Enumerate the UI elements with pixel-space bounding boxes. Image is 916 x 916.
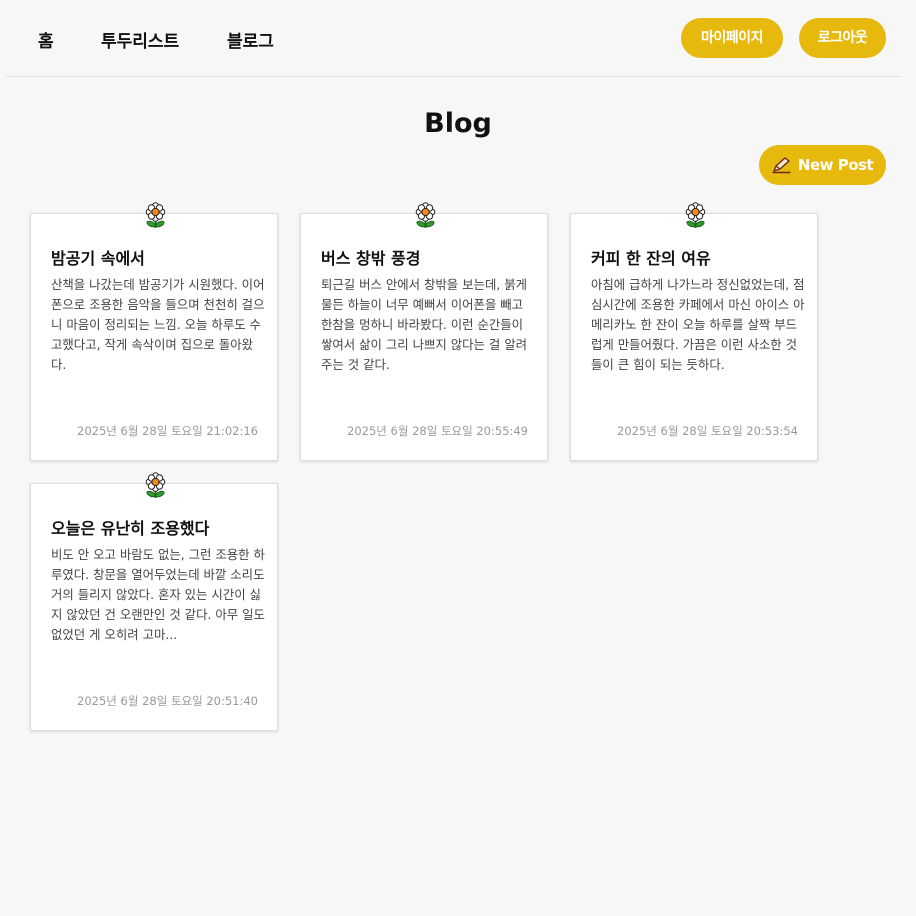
post-title: 버스 창밖 풍경 (321, 249, 421, 268)
mypage-button[interactable]: 마이페이지 (681, 18, 783, 58)
post-title: 밤공기 속에서 (51, 249, 145, 268)
post-date: 2025년 6월 28일 토요일 20:53:54 (617, 424, 798, 438)
post-date: 2025년 6월 28일 토요일 21:02:16 (77, 424, 258, 438)
post-date: 2025년 6월 28일 토요일 20:55:49 (347, 424, 528, 438)
new-post-label: New Post (797, 156, 874, 174)
post-card[interactable]: 버스 창밖 풍경 퇴근길 버스 안에서 창밖을 보는데, 붉게 물든 하늘이 너… (300, 202, 548, 461)
post-title: 오늘은 유난히 조용했다 (51, 519, 210, 538)
pencil-icon (772, 156, 792, 174)
post-card[interactable]: 커피 한 잔의 여유 아침에 급하게 나가느라 정신없었는데, 점심시간에 조용… (570, 202, 818, 461)
nav-blog-link[interactable]: 블로그 (227, 27, 274, 52)
flower-icon (143, 202, 168, 229)
nav-home-link[interactable]: 홈 (38, 27, 54, 52)
flower-icon (143, 472, 168, 499)
post-excerpt: 비도 안 오고 바람도 없는, 그런 조용한 하루였다. 창문을 열어두었는데 … (51, 547, 265, 642)
new-post-button[interactable]: New Post (759, 145, 886, 185)
post-card[interactable]: 밤공기 속에서 산책을 나갔는데 밤공기가 시원했다. 이어폰으로 조용한 음악… (30, 202, 278, 461)
flower-icon (413, 202, 438, 229)
flower-icon (683, 202, 708, 229)
post-title: 커피 한 잔의 여유 (591, 249, 711, 268)
post-excerpt: 퇴근길 버스 안에서 창밖을 보는데, 붉게 물든 하늘이 너무 예뻐서 이어폰… (321, 277, 528, 372)
logout-button[interactable]: 로그아웃 (799, 18, 886, 58)
post-date: 2025년 6월 28일 토요일 20:51:40 (77, 694, 258, 708)
nav-todo-link[interactable]: 투두리스트 (101, 27, 179, 52)
post-excerpt: 산책을 나갔는데 밤공기가 시원했다. 이어폰으로 조용한 음악을 들으며 천천… (51, 277, 265, 372)
navbar: 홈 투두리스트 블로그 마이페이지 로그아웃 (6, 0, 902, 77)
page-title: Blog (424, 108, 492, 139)
post-card[interactable]: 오늘은 유난히 조용했다 비도 안 오고 바람도 없는, 그런 조용한 하루였다… (30, 472, 278, 731)
post-excerpt: 아침에 급하게 나가느라 정신없었는데, 점심시간에 조용한 카페에서 마신 아… (591, 277, 805, 372)
